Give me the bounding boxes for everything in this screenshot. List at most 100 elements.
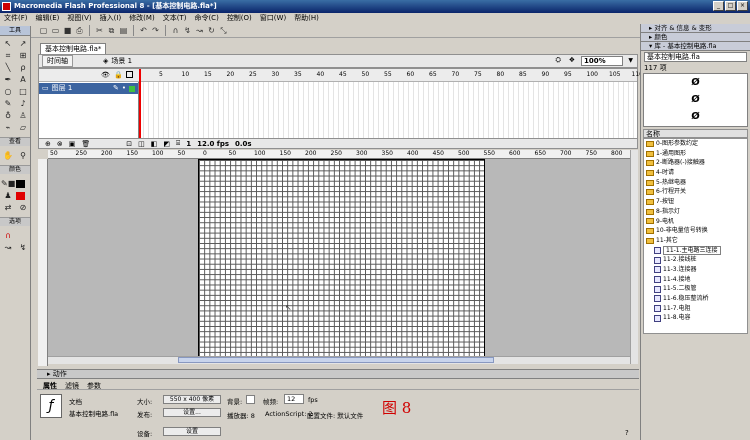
smooth-option-icon[interactable]: ↝ bbox=[1, 242, 15, 253]
center-frame-icon[interactable]: ⊡ bbox=[126, 140, 132, 148]
no-color-icon[interactable]: ⊘ bbox=[16, 202, 30, 213]
library-item[interactable]: 11-1.主电路三连接 bbox=[644, 245, 747, 256]
rectangle-tool-icon[interactable]: □ bbox=[16, 86, 30, 97]
publish-settings-button[interactable]: 设置... bbox=[163, 408, 221, 417]
edit-multiple-icon[interactable]: ◩ bbox=[163, 140, 170, 148]
eraser-tool-icon[interactable]: ▱ bbox=[16, 122, 30, 133]
stroke-color-icon[interactable]: ✎■ bbox=[1, 178, 15, 189]
paste-icon[interactable]: ▤ bbox=[118, 25, 129, 36]
smooth-icon[interactable]: ↯ bbox=[182, 25, 193, 36]
menu-item[interactable]: 插入(I) bbox=[96, 13, 126, 24]
align-panel-header[interactable]: ▸ 对齐 & 信息 & 变形 bbox=[641, 24, 750, 33]
document-tab[interactable]: 基本控制电路.fla* bbox=[40, 43, 107, 54]
menu-item[interactable]: 视图(V) bbox=[63, 13, 95, 24]
menu-item[interactable]: 帮助(H) bbox=[290, 13, 323, 24]
stage-grid[interactable] bbox=[198, 159, 485, 357]
edit-symbol-icon[interactable]: ❖ bbox=[569, 56, 575, 64]
menu-item[interactable]: 修改(M) bbox=[125, 13, 159, 24]
menu-item[interactable]: 文本(T) bbox=[159, 13, 191, 24]
menu-item[interactable]: 命令(C) bbox=[190, 13, 222, 24]
cut-icon[interactable]: ✂ bbox=[94, 25, 105, 36]
menu-item[interactable]: 控制(O) bbox=[223, 13, 256, 24]
library-item[interactable]: 11-7.电阻 bbox=[644, 304, 747, 314]
dot-icon[interactable]: • bbox=[122, 83, 126, 94]
paint-bucket-icon[interactable]: ♙ bbox=[16, 110, 30, 121]
zoom-select[interactable]: 100% bbox=[581, 56, 623, 66]
properties-tab[interactable]: 参数 bbox=[87, 381, 101, 390]
library-name-column[interactable]: 名称 bbox=[643, 129, 748, 138]
redo-icon[interactable]: ↷ bbox=[150, 25, 161, 36]
scene-breadcrumb[interactable]: ◈ 场景 1 bbox=[103, 56, 132, 66]
actions-panel-header[interactable]: ▸ 动作 bbox=[37, 369, 639, 378]
save-icon[interactable]: ■ bbox=[62, 25, 73, 36]
layer-row[interactable]: ▭ 图层 1 ✎ • bbox=[39, 83, 138, 94]
close-icon[interactable]: × bbox=[737, 1, 748, 11]
fill-transform-icon[interactable]: ⊞ bbox=[16, 50, 30, 61]
oval-tool-icon[interactable]: ○ bbox=[1, 86, 15, 97]
onion-skin-icon[interactable]: ◫ bbox=[138, 140, 145, 148]
library-item[interactable]: 11-2.接线桩 bbox=[644, 255, 747, 265]
properties-tab[interactable]: 滤镜 bbox=[65, 381, 79, 390]
library-item[interactable]: 11-6.稳压整流桥 bbox=[644, 294, 747, 304]
insert-layer-icon[interactable]: ⊕ bbox=[45, 140, 51, 148]
library-item[interactable]: 11-8.电容 bbox=[644, 313, 747, 323]
library-item[interactable]: 7-按钮 bbox=[644, 197, 747, 207]
frames-grid[interactable] bbox=[139, 82, 637, 138]
minimize-icon[interactable]: _ bbox=[713, 1, 724, 11]
rotate-icon[interactable]: ↻ bbox=[206, 25, 217, 36]
library-panel-header[interactable]: ▾ 库 - 基本控制电路.fla bbox=[641, 42, 750, 51]
timeline-toggle-button[interactable]: 时间轴 bbox=[42, 55, 73, 67]
library-item[interactable]: 8-指示灯 bbox=[644, 207, 747, 217]
snap-icon[interactable]: ∩ bbox=[170, 25, 181, 36]
library-item[interactable]: 10-非电量信号转换 bbox=[644, 226, 747, 236]
zoom-tool-icon[interactable]: ⚲ bbox=[16, 150, 30, 161]
library-item[interactable]: 4-时请 bbox=[644, 168, 747, 178]
add-guide-icon[interactable]: ⊗ bbox=[57, 140, 63, 148]
bg-color-swatch[interactable] bbox=[246, 395, 255, 404]
library-item[interactable]: 11-3.连接器 bbox=[644, 265, 747, 275]
free-transform-icon[interactable]: ⌗ bbox=[1, 50, 15, 61]
menu-item[interactable]: 编辑(E) bbox=[32, 13, 64, 24]
fill-color-icon[interactable]: ♟ bbox=[1, 190, 15, 201]
delete-layer-icon[interactable]: 🗑 bbox=[81, 140, 90, 148]
new-file-icon[interactable]: ▢ bbox=[38, 25, 49, 36]
straighten-option-icon[interactable]: ↯ bbox=[16, 242, 30, 253]
library-item[interactable]: 11-4.接地 bbox=[644, 275, 747, 285]
library-item[interactable]: 11-5.二极管 bbox=[644, 284, 747, 294]
library-item[interactable]: 1-通用图形 bbox=[644, 149, 747, 159]
ink-bottle-icon[interactable]: ♁ bbox=[1, 110, 15, 121]
color-panel-header[interactable]: ▸ 颜色 bbox=[641, 33, 750, 42]
library-item[interactable]: 0-图形参数约定 bbox=[644, 139, 747, 149]
text-tool-icon[interactable]: A bbox=[16, 74, 30, 85]
swap-colors-icon[interactable]: ⇄ bbox=[1, 202, 15, 213]
stroke-swatch[interactable] bbox=[16, 180, 25, 188]
library-item[interactable]: 2-断路器(-)接触器 bbox=[644, 158, 747, 168]
layer-outline-color[interactable] bbox=[129, 85, 135, 92]
lasso-tool-icon[interactable]: ρ bbox=[16, 62, 30, 73]
playhead[interactable] bbox=[139, 69, 141, 138]
library-item[interactable]: 11-其它 bbox=[644, 236, 747, 246]
library-item[interactable]: 6-行程开关 bbox=[644, 187, 747, 197]
zoom-dropdown-icon[interactable]: ▼ bbox=[628, 57, 633, 64]
hand-tool-icon[interactable]: ✋ bbox=[1, 150, 15, 161]
pencil-tool-icon[interactable]: ✎ bbox=[1, 98, 15, 109]
open-folder-icon[interactable]: ▭ bbox=[50, 25, 61, 36]
straighten-icon[interactable]: ↝ bbox=[194, 25, 205, 36]
properties-tab[interactable]: 属性 bbox=[43, 381, 57, 390]
brush-tool-icon[interactable]: ♪ bbox=[16, 98, 30, 109]
lock-icon[interactable]: 🔒 bbox=[114, 71, 123, 79]
library-select[interactable]: 基本控制电路.fla bbox=[644, 52, 747, 62]
horizontal-scroll-thumb[interactable] bbox=[178, 357, 494, 363]
fill-swatch[interactable] bbox=[16, 192, 25, 200]
selection-tool-icon[interactable]: ↖ bbox=[1, 38, 15, 49]
scale-icon[interactable]: ⤡ bbox=[218, 25, 229, 36]
library-item[interactable]: 9-电机 bbox=[644, 217, 747, 227]
edit-scene-icon[interactable]: ⛭ bbox=[555, 56, 561, 65]
pen-tool-icon[interactable]: ✒ bbox=[1, 74, 15, 85]
copy-icon[interactable]: ⧉ bbox=[106, 25, 117, 36]
library-item[interactable]: 5-热继电器 bbox=[644, 178, 747, 188]
vertical-scrollbar[interactable] bbox=[630, 150, 638, 364]
menu-item[interactable]: 窗口(W) bbox=[256, 13, 290, 24]
device-settings-button[interactable]: 设置 bbox=[163, 427, 221, 436]
print-icon[interactable]: ⎙ bbox=[74, 25, 85, 36]
